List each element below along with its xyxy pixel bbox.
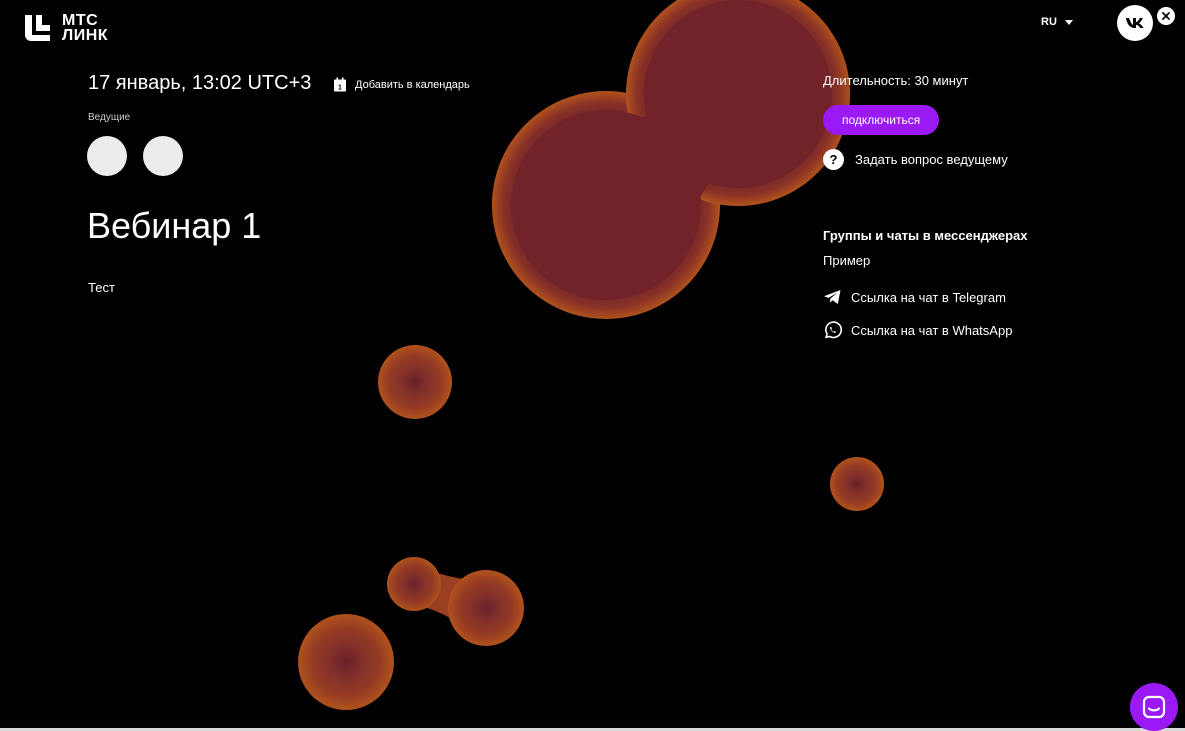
background-blobs bbox=[298, 0, 884, 710]
event-date: 17 январь, 13:02 UTC+3 bbox=[88, 72, 312, 94]
connect-button[interactable]: подключиться bbox=[823, 105, 940, 135]
logo-line-1: МТС bbox=[62, 12, 99, 29]
language-label: RU bbox=[1041, 16, 1057, 28]
chevron-down-icon bbox=[1064, 19, 1073, 25]
vk-icon bbox=[1126, 18, 1144, 28]
calendar-icon: 1 bbox=[334, 77, 346, 92]
question-icon: ? bbox=[823, 149, 844, 170]
telegram-icon bbox=[824, 290, 841, 304]
groups-example: Пример bbox=[823, 253, 871, 268]
vk-button[interactable] bbox=[1117, 5, 1153, 41]
logo-mark-icon bbox=[25, 15, 50, 41]
whatsapp-link-label: Ссылка на чат в WhatsApp bbox=[851, 323, 1013, 338]
chat-icon bbox=[1142, 695, 1166, 719]
duration-text: Длительность: 30 минут bbox=[823, 73, 969, 88]
webinar-description: Тест bbox=[88, 280, 115, 295]
telegram-link-label: Ссылка на чат в Telegram bbox=[851, 289, 1006, 305]
blob-medium-1 bbox=[378, 345, 452, 419]
big-blob-group bbox=[492, 0, 850, 319]
blob-small-2 bbox=[387, 557, 441, 611]
logo-line-2: ЛИНК bbox=[62, 27, 109, 44]
whatsapp-icon bbox=[825, 321, 842, 339]
host-avatar[interactable] bbox=[143, 136, 183, 176]
mts-link-logo[interactable]: МТС ЛИНК bbox=[22, 12, 109, 44]
add-to-calendar-label: Добавить в календарь bbox=[355, 78, 470, 91]
blob-small-1 bbox=[830, 457, 884, 511]
groups-title: Группы и чаты в мессенджерах bbox=[823, 228, 1028, 243]
language-selector[interactable]: RU bbox=[1041, 16, 1073, 28]
ask-host-label: Задать вопрос ведущему bbox=[855, 152, 1008, 167]
telegram-link[interactable]: Ссылка на чат в Telegram bbox=[823, 289, 1006, 305]
host-avatar[interactable] bbox=[87, 136, 127, 176]
close-button[interactable] bbox=[1157, 7, 1175, 25]
close-icon bbox=[1162, 12, 1170, 20]
whatsapp-link[interactable]: Ссылка на чат в WhatsApp bbox=[823, 321, 1012, 340]
ask-host-link[interactable]: ? Задать вопрос ведущему bbox=[823, 149, 1008, 170]
calendar-icon-day: 1 bbox=[338, 85, 342, 92]
add-to-calendar-link[interactable]: 1 Добавить в календарь bbox=[333, 77, 470, 92]
support-chat-button[interactable] bbox=[1130, 683, 1178, 731]
hosts-label: Ведущие bbox=[88, 112, 131, 123]
logo-text: МТС ЛИНК bbox=[62, 12, 109, 44]
blob-large-3 bbox=[298, 614, 394, 710]
blob-medium-2 bbox=[448, 570, 524, 646]
webinar-title: Вебинар 1 bbox=[87, 205, 262, 246]
